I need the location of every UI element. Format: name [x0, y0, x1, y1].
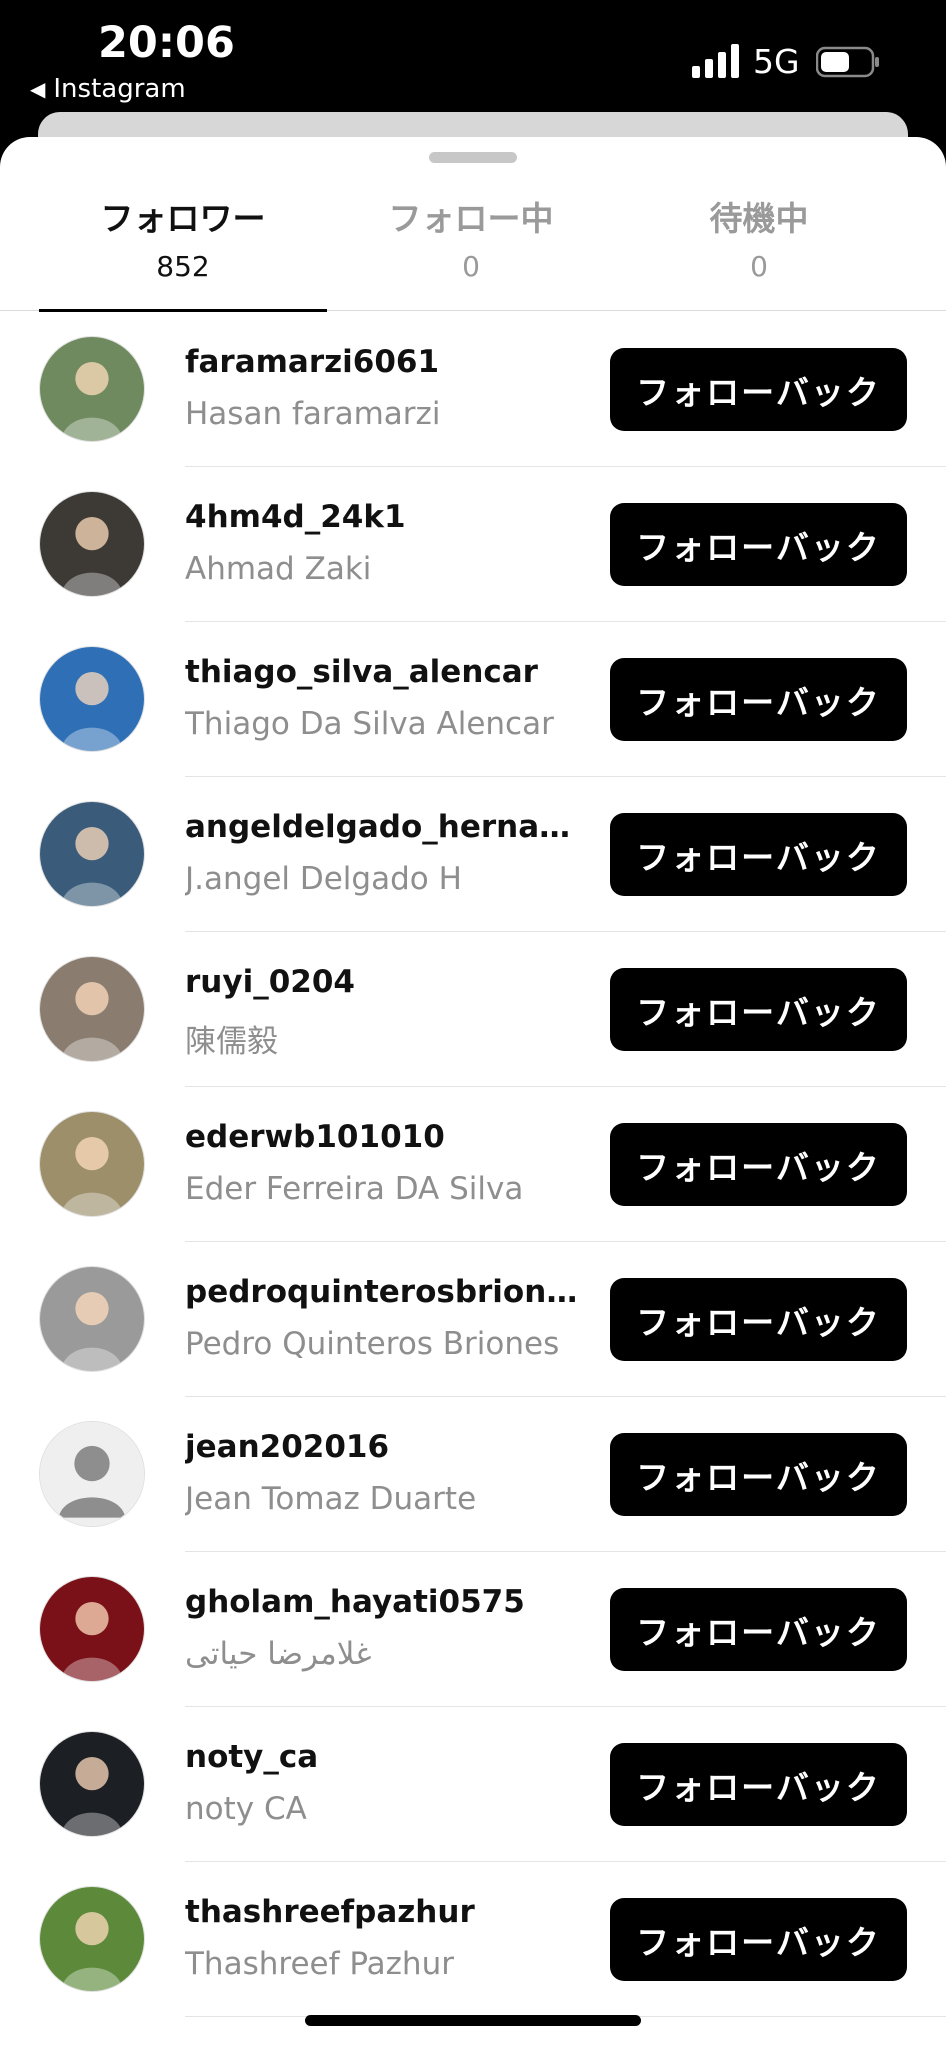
avatar[interactable]: [39, 336, 145, 442]
username[interactable]: ederwb101010: [185, 1119, 585, 1155]
follow-back-button[interactable]: フォローバック: [610, 1898, 907, 1981]
follow-back-button[interactable]: フォローバック: [610, 813, 907, 896]
follow-back-button[interactable]: フォローバック: [610, 1433, 907, 1516]
list-item[interactable]: ederwb101010 Eder Ferreira DA Silva フォローバッ…: [0, 1087, 946, 1242]
avatar[interactable]: [39, 491, 145, 597]
full-name: Jean Tomaz Duarte: [185, 1481, 477, 1517]
avatar[interactable]: [39, 1266, 145, 1372]
tab-count: 0: [462, 250, 480, 283]
tab-title: 待機中: [709, 199, 809, 238]
tab-pending[interactable]: 待機中 0: [615, 197, 903, 311]
list-item[interactable]: 4hm4d_24k1 Ahmad Zaki フォローバック: [0, 467, 946, 622]
cellular-signal-icon: [692, 44, 739, 78]
list-item[interactable]: pedroquinterosbriones Pedro Quinteros Bri…: [0, 1242, 946, 1397]
list-item[interactable]: ruyi_0204 陳儒毅 フォローバック: [0, 932, 946, 1087]
list-item[interactable]: thashreefpazhur Thashreef Pazhur フォローバック: [0, 1862, 946, 2017]
follow-back-button[interactable]: フォローバック: [610, 1123, 907, 1206]
avatar[interactable]: [39, 801, 145, 907]
tab-title: フォロー中: [388, 199, 554, 238]
username[interactable]: jean202016: [185, 1429, 585, 1465]
full-name: Ahmad Zaki: [185, 551, 372, 587]
full-name: Thashreef Pazhur: [185, 1946, 454, 1982]
network-type: 5G: [753, 42, 800, 81]
full-name: Eder Ferreira DA Silva: [185, 1171, 524, 1207]
list-item[interactable]: angeldelgado_hernan... J.angel Delgado H フ…: [0, 777, 946, 932]
full-name: Pedro Quinteros Briones: [185, 1326, 560, 1362]
username[interactable]: 4hm4d_24k1: [185, 499, 585, 535]
sheet-grabber[interactable]: [429, 152, 517, 163]
tab-following[interactable]: フォロー中 0: [327, 197, 615, 311]
avatar[interactable]: [39, 1111, 145, 1217]
avatar[interactable]: [39, 1731, 145, 1837]
full-name: Hasan faramarzi: [185, 396, 441, 432]
list-item[interactable]: gholam_hayati0575 غلامرضا حیاتی フォローバック: [0, 1552, 946, 1707]
follow-back-button[interactable]: フォローバック: [610, 968, 907, 1051]
followers-sheet: フォロワー 852 フォロー中 0 待機中 0 faramarzi6061 Has…: [0, 137, 946, 2048]
username[interactable]: angeldelgado_hernan...: [185, 809, 585, 845]
username[interactable]: pedroquinterosbriones: [185, 1274, 585, 1310]
follow-back-button[interactable]: フォローバック: [610, 348, 907, 431]
battery-icon: [816, 46, 879, 78]
full-name: noty CA: [185, 1791, 307, 1827]
tab-count: 852: [156, 250, 210, 283]
username[interactable]: thiago_silva_alencar: [185, 654, 585, 690]
follow-back-button[interactable]: フォローバック: [610, 1588, 907, 1671]
list-item[interactable]: faramarzi6061 Hasan faramarzi フォローバック: [0, 312, 946, 467]
full-name: J.angel Delgado H: [185, 861, 462, 897]
follow-back-button[interactable]: フォローバック: [610, 658, 907, 741]
username[interactable]: gholam_hayati0575: [185, 1584, 585, 1620]
username[interactable]: noty_ca: [185, 1739, 585, 1775]
default-avatar-icon[interactable]: [39, 1421, 145, 1527]
tab-title: フォロワー: [100, 199, 266, 238]
list-item[interactable]: jean202016 Jean Tomaz Duarte フォローバック: [0, 1397, 946, 1552]
username[interactable]: thashreefpazhur: [185, 1894, 585, 1930]
tab-count: 0: [750, 250, 768, 283]
list-item[interactable]: noty_canoty CA フォローバック: [0, 1707, 946, 1862]
followers-list: faramarzi6061 Hasan faramarzi フォローバック 4hm4d…: [0, 312, 946, 2017]
username[interactable]: faramarzi6061: [185, 344, 585, 380]
tab-followers[interactable]: フォロワー 852: [39, 197, 327, 312]
follow-back-button[interactable]: フォローバック: [610, 1743, 907, 1826]
status-bar: 20:06 ◀ Instagram 5G: [0, 0, 946, 120]
full-name: غلامرضا حیاتی: [185, 1636, 372, 1672]
back-app-label: Instagram: [53, 74, 186, 104]
clock: 20:06: [98, 18, 235, 68]
avatar[interactable]: [39, 956, 145, 1062]
avatar[interactable]: [39, 646, 145, 752]
back-to-app-link[interactable]: ◀ Instagram: [30, 74, 186, 104]
home-indicator[interactable]: [305, 2015, 641, 2026]
follow-back-button[interactable]: フォローバック: [610, 503, 907, 586]
back-triangle-icon: ◀: [30, 77, 46, 101]
avatar[interactable]: [39, 1576, 145, 1682]
list-item[interactable]: thiago_silva_alencar Thiago Da Silva Alen…: [0, 622, 946, 777]
full-name: 陳儒毅: [185, 1024, 278, 1060]
avatar[interactable]: [39, 1886, 145, 1992]
username[interactable]: ruyi_0204: [185, 964, 585, 1000]
full-name: Thiago Da Silva Alencar: [185, 706, 554, 742]
tab-bar: フォロワー 852 フォロー中 0 待機中 0: [0, 197, 946, 312]
follow-back-button[interactable]: フォローバック: [610, 1278, 907, 1361]
